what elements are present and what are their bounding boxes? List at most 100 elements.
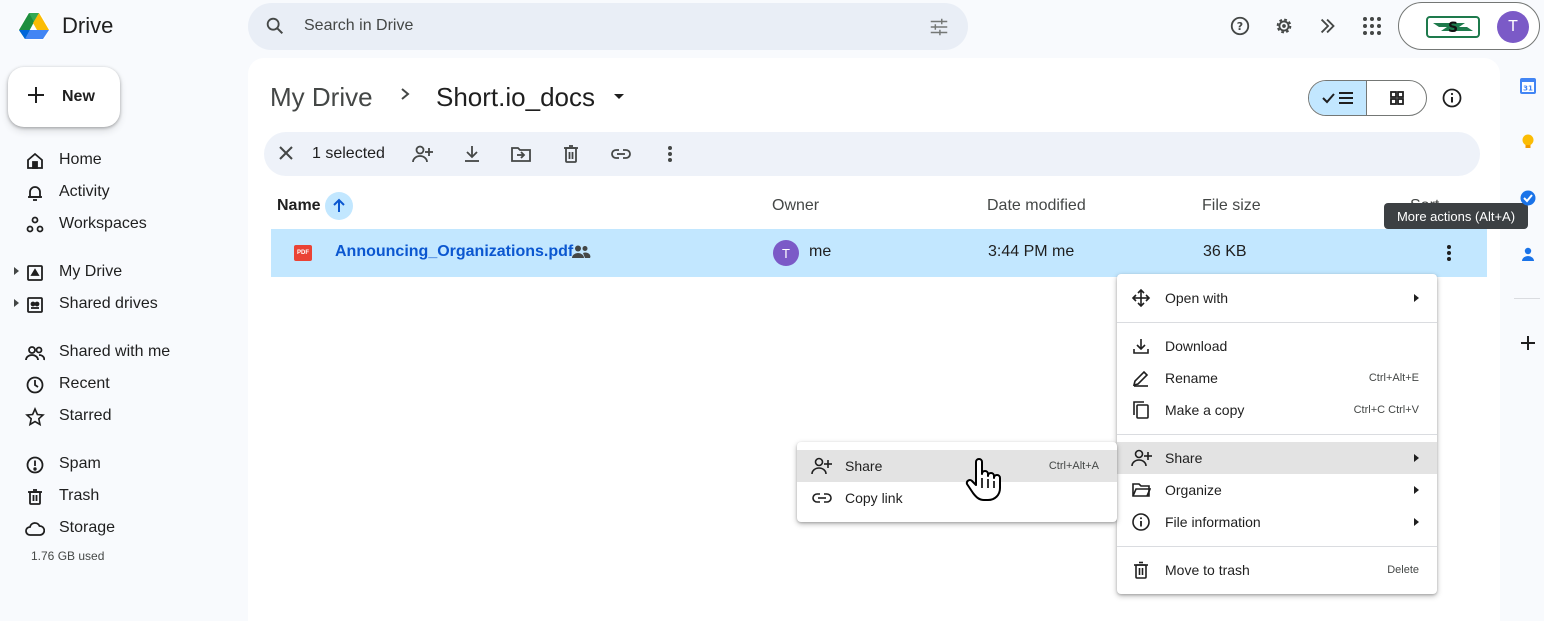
keep-icon[interactable]	[1518, 132, 1538, 152]
rename-pencil-icon	[1131, 368, 1151, 388]
menu-item-label: Download	[1165, 338, 1228, 354]
link-icon	[811, 488, 832, 508]
breadcrumb-current-folder[interactable]: Short.io_docs	[436, 82, 595, 113]
sidebar-item-recent[interactable]: Recent	[0, 368, 240, 400]
submenu-item-copy-link[interactable]: Copy link	[797, 482, 1117, 514]
view-details-icon[interactable]	[1440, 86, 1464, 115]
selected-count: 1 selected	[312, 145, 385, 162]
expand-caret-icon[interactable]	[14, 267, 19, 275]
menu-item-download[interactable]: Download	[1117, 330, 1437, 362]
keyboard-shortcut: Ctrl+C Ctrl+V	[1353, 404, 1419, 416]
sidebar-item-spam[interactable]: Spam	[0, 448, 240, 480]
file-name[interactable]: Announcing_Organizations.pdf	[335, 243, 573, 261]
sidebar-item-starred[interactable]: Starred	[0, 400, 240, 432]
search-input[interactable]: Search in Drive	[304, 17, 413, 35]
contacts-icon[interactable]	[1518, 244, 1538, 264]
column-header-file-size[interactable]: File size	[1202, 197, 1261, 215]
sidebar-item-shared-drives[interactable]: Shared drives	[0, 288, 240, 320]
calendar-icon[interactable]: 31	[1518, 76, 1538, 96]
menu-item-label: Share	[845, 458, 883, 474]
submenu-arrow-icon	[1414, 454, 1419, 462]
share-person-add-icon[interactable]	[412, 143, 434, 170]
sort-ascending-icon[interactable]	[325, 192, 353, 220]
sidebar-item-home[interactable]: Home	[0, 144, 240, 176]
open-with-move-icon	[1131, 288, 1151, 308]
copy-link-icon[interactable]	[610, 143, 632, 170]
cloud-icon	[25, 519, 46, 539]
menu-item-label: Move to trash	[1165, 562, 1250, 578]
keyboard-shortcut: Ctrl+Alt+E	[1368, 372, 1419, 384]
app-title: Drive	[62, 13, 114, 38]
account-switcher[interactable]: S T	[1398, 2, 1540, 50]
apps-grid-icon[interactable]	[1354, 10, 1390, 42]
info-icon	[1131, 512, 1151, 532]
menu-item-label: Share	[1165, 450, 1203, 466]
menu-item-label: Copy link	[845, 490, 903, 506]
sidebar-item-trash[interactable]: Trash	[0, 480, 240, 512]
more-actions-icon[interactable]	[1443, 241, 1455, 270]
trash-icon[interactable]	[561, 143, 581, 170]
expand-caret-icon[interactable]	[14, 299, 19, 307]
column-header-name[interactable]: Name	[277, 197, 321, 215]
sidebar-item-activity[interactable]: Activity	[0, 176, 240, 208]
column-header-date-modified[interactable]: Date modified	[987, 197, 1086, 215]
svg-text:S: S	[1448, 20, 1458, 36]
my-drive-icon	[25, 263, 45, 283]
star-icon	[25, 406, 45, 427]
more-actions-icon[interactable]	[664, 143, 676, 170]
grid-view-button[interactable]	[1367, 81, 1426, 115]
drive-logo[interactable]: Drive	[16, 8, 113, 44]
pdf-file-icon: PDF	[294, 245, 312, 261]
menu-item-label: Organize	[1165, 482, 1222, 498]
selection-toolbar: 1 selected	[264, 132, 1480, 176]
sidebar-item-shared-with-me[interactable]: Shared with me	[0, 336, 240, 368]
menu-item-organize[interactable]: Organize	[1117, 474, 1437, 506]
menu-item-rename[interactable]: Rename Ctrl+Alt+E	[1117, 362, 1437, 394]
clear-selection-icon[interactable]	[278, 143, 294, 168]
new-button[interactable]: New	[8, 67, 120, 127]
search-icon[interactable]	[264, 15, 286, 42]
submenu-item-share[interactable]: Share Ctrl+Alt+A	[797, 450, 1117, 482]
clock-icon	[25, 375, 45, 395]
sidebar-item-label: Storage	[59, 519, 116, 536]
menu-item-move-to-trash[interactable]: Move to trash Delete	[1117, 554, 1437, 586]
new-button-label: New	[62, 88, 95, 105]
column-header-owner[interactable]: Owner	[772, 197, 819, 215]
view-toggle	[1308, 80, 1427, 116]
sidebar-item-my-drive[interactable]: My Drive	[0, 256, 240, 288]
menu-item-make-a-copy[interactable]: Make a copy Ctrl+C Ctrl+V	[1117, 394, 1437, 426]
search-options-icon[interactable]	[928, 16, 950, 43]
person-add-icon	[1131, 448, 1152, 468]
person-add-icon	[811, 456, 832, 476]
move-to-folder-icon[interactable]	[510, 143, 532, 170]
tasks-icon[interactable]	[1518, 188, 1538, 208]
submenu-arrow-icon	[1414, 294, 1419, 302]
menu-item-open-with[interactable]: Open with	[1117, 282, 1437, 314]
svg-text:?: ?	[1237, 20, 1243, 33]
table-row[interactable]: PDF Announcing_Organizations.pdf T me 3:…	[271, 229, 1487, 277]
download-icon	[1131, 336, 1151, 356]
help-icon[interactable]: ?	[1222, 10, 1258, 42]
account-avatar[interactable]: T	[1497, 11, 1529, 43]
menu-item-label: File information	[1165, 514, 1261, 530]
menu-item-label: Make a copy	[1165, 402, 1245, 418]
file-owner: me	[809, 243, 832, 260]
file-date-modified: 3:44 PM me	[988, 243, 1075, 260]
menu-item-share[interactable]: Share	[1117, 442, 1437, 474]
search-bar[interactable]: Search in Drive	[248, 3, 968, 50]
shared-drives-icon	[25, 295, 45, 315]
sidebar-item-label: Trash	[59, 487, 100, 504]
share-submenu: Share Ctrl+Alt+A Copy link	[797, 442, 1117, 522]
download-icon[interactable]	[462, 143, 482, 170]
sidebar-item-workspaces[interactable]: Workspaces	[0, 208, 240, 240]
breadcrumb-root[interactable]: My Drive	[270, 82, 373, 113]
list-view-button[interactable]	[1309, 81, 1368, 115]
folder-dropdown-icon[interactable]	[614, 94, 624, 99]
context-menu: Open with Download Rename Ctrl+Alt+E Mak…	[1117, 274, 1437, 594]
add-addon-icon[interactable]	[1518, 333, 1538, 353]
menu-item-file-information[interactable]: File information	[1117, 506, 1437, 538]
gemini-icon[interactable]	[1310, 10, 1346, 42]
sidebar-item-label: Home	[59, 151, 102, 168]
settings-icon[interactable]	[1266, 10, 1302, 42]
sidebar-item-storage[interactable]: Storage	[0, 512, 240, 544]
